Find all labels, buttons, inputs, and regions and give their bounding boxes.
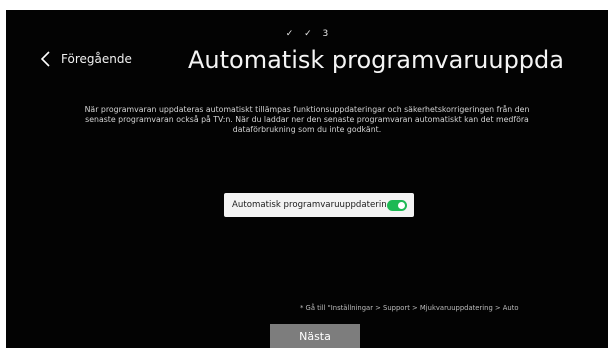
back-button[interactable]: Föregående — [41, 48, 132, 70]
settings-footnote: * Gå till "Inställningar > Support > Mju… — [300, 304, 519, 312]
step-2-done: ✓ — [304, 29, 312, 39]
auto-update-toggle-row[interactable]: Automatisk programvaruuppdaterin — [224, 193, 414, 217]
toggle-switch-icon[interactable] — [386, 199, 407, 211]
page-title: Automatisk programvaruuppda — [188, 46, 564, 74]
toggle-knob — [397, 201, 405, 209]
next-button[interactable]: Nästa — [270, 324, 360, 348]
toggle-label: Automatisk programvaruuppdaterin — [232, 200, 387, 210]
step-1-done: ✓ — [285, 29, 294, 39]
description-text: När programvaran uppdateras automatiskt … — [84, 105, 530, 134]
step-indicator: ✓ ✓ 3 — [6, 29, 608, 39]
step-3-current: 3 — [322, 29, 329, 39]
back-label: Föregående — [61, 52, 132, 66]
chevron-left-icon — [41, 51, 50, 67]
tv-setup-screen: ✓ ✓ 3 Föregående Automatisk programvaruu… — [6, 10, 608, 348]
